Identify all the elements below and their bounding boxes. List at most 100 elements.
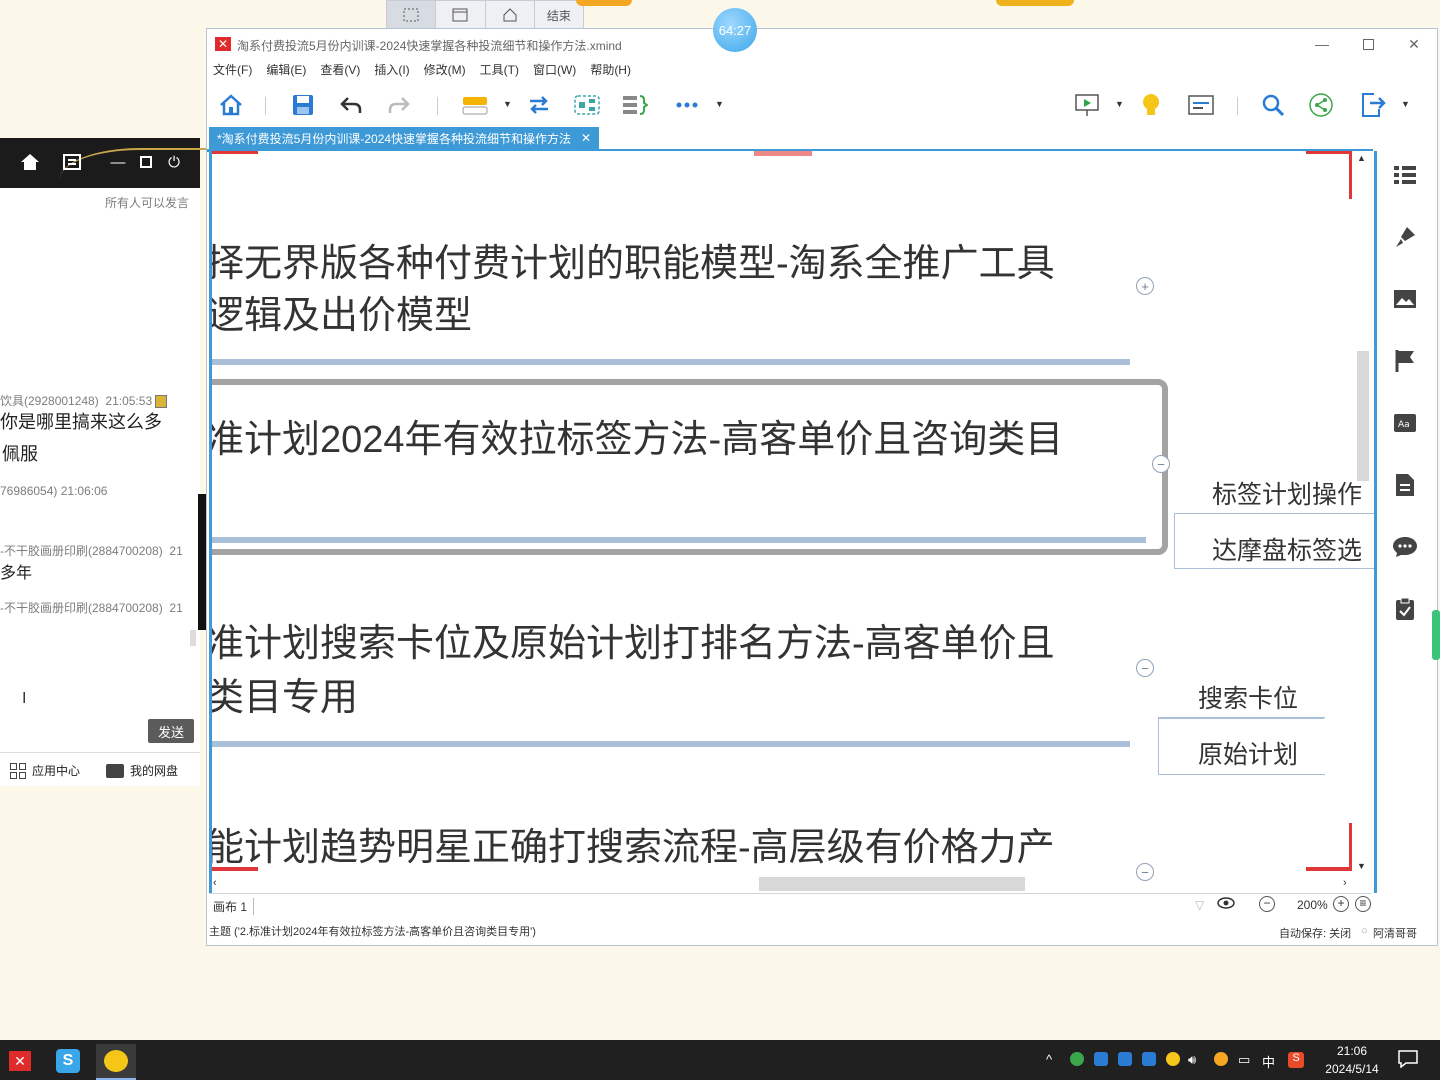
notes-icon[interactable] [1391,471,1419,499]
share-icon[interactable] [1307,91,1335,119]
outline-view-icon[interactable] [1187,91,1215,119]
boundary-icon[interactable] [573,91,601,119]
menu-view[interactable]: 查看(V) [320,61,360,78]
menu-edit[interactable]: 编辑(E) [266,61,306,78]
minimize-icon[interactable]: — [1311,33,1333,55]
chevron-down-icon[interactable]: ▼ [503,99,512,109]
home-icon[interactable] [217,91,245,119]
chat-app-taskbar-icon[interactable] [96,1044,136,1080]
more-icon[interactable] [673,91,701,119]
sheet-tab[interactable]: 画布 1 [213,898,255,915]
app-taskbar-icon[interactable]: S [48,1044,88,1078]
chevron-down-icon[interactable]: ▼ [1115,99,1124,109]
style-brush-icon[interactable] [1391,223,1419,251]
chat-scrollbar[interactable] [190,630,196,646]
menu-insert[interactable]: 插入(I) [374,61,409,78]
scroll-thumb[interactable] [1357,351,1369,481]
image-icon[interactable] [1391,285,1419,313]
tray-app-icon[interactable] [1142,1052,1156,1066]
tray-app-icon[interactable] [1166,1052,1180,1066]
insert-topic-icon[interactable] [461,91,489,119]
chevron-down-icon[interactable]: ▼ [715,99,724,109]
topic-node[interactable]: 逻辑及出价模型 [212,289,472,343]
filter-icon[interactable]: ▽ [1195,898,1204,912]
brainstorm-bulb-icon[interactable] [1137,91,1165,119]
subtopic-node[interactable]: 搜索卡位 [1198,679,1298,715]
menu-window[interactable]: 窗口(W) [533,61,576,78]
menu-modify[interactable]: 修改(M) [424,61,466,78]
search-icon[interactable] [1259,91,1287,119]
scroll-thumb[interactable] [759,877,1025,891]
power-icon[interactable]: ⏻ [160,148,188,176]
close-icon[interactable]: ✕ [581,131,591,145]
label-icon[interactable]: Aa [1391,409,1419,437]
summary-icon[interactable] [621,91,649,119]
redo-icon[interactable] [385,91,413,119]
volume-icon[interactable]: 🔊︎ [1188,1052,1196,1068]
autosave-status[interactable]: 自动保存: 关闭 [1279,925,1351,941]
scroll-right-icon[interactable]: › [1343,877,1347,889]
save-icon[interactable] [289,91,317,119]
expand-icon[interactable]: + [1136,277,1154,295]
marker-flag-icon[interactable] [1391,347,1419,375]
mindmap-canvas[interactable]: 择无界版各种付费计划的职能模型-淘系全推广工具 逻辑及出价模型 + 准计划202… [209,151,1377,893]
close-icon[interactable]: ✕ [1403,33,1425,55]
user-name[interactable]: 阿清哥哥 [1373,925,1417,941]
maximize-icon[interactable] [1357,33,1379,55]
tray-app-icon[interactable] [1094,1052,1108,1066]
topic-node[interactable]: 准计划2024年有效拉标签方法-高客单价且咨询类目 [212,413,1063,467]
end-capture-button[interactable]: 结束 [535,1,583,29]
ime-indicator[interactable]: 中 [1262,1052,1275,1071]
menu-help[interactable]: 帮助(H) [590,61,631,78]
home-capture-icon[interactable] [486,1,535,29]
maximize-icon[interactable] [132,148,160,176]
edge-handle[interactable] [1432,610,1440,660]
list-icon[interactable] [58,148,86,176]
scroll-left-icon[interactable]: ‹ [213,877,217,889]
topic-node[interactable]: 准计划搜索卡位及原始计划打排名方法-高客单价且 [212,617,1055,671]
tab-document[interactable]: *淘系付费投流5月份内训课-2024快速掌握各种投流细节和操作方法 ✕ [209,127,600,149]
scroll-down-icon[interactable]: ▼ [1357,861,1366,871]
horizontal-scrollbar[interactable]: ‹ › [209,875,1371,893]
chevron-down-icon[interactable]: ▼ [1401,99,1410,109]
window-capture-icon[interactable] [436,1,486,29]
my-disk-button[interactable]: 我的网盘 [106,762,178,779]
format-icon[interactable] [1391,161,1419,189]
zoom-fit-icon[interactable]: ≡ [1355,896,1371,912]
vertical-scrollbar[interactable]: ▲ ▼ [1353,151,1371,875]
app-center-button[interactable]: 应用中心 [10,762,80,779]
chevron-up-icon[interactable]: ^ [1046,1052,1052,1067]
menu-file[interactable]: 文件(F) [213,61,252,78]
eye-icon[interactable] [1217,896,1235,913]
subtopic-node[interactable]: 标签计划操作 [1212,475,1362,511]
clock[interactable]: 21:06 2024/5/14 [1312,1042,1392,1078]
export-icon[interactable] [1359,91,1387,119]
relationship-icon[interactable] [525,91,553,119]
scroll-up-icon[interactable]: ▲ [1357,153,1366,163]
network-icon[interactable]: ▭ [1238,1052,1250,1068]
subtopic-node[interactable]: 达摩盘标签选 [1212,531,1362,567]
region-select-icon[interactable] [387,1,437,29]
xmind-taskbar-icon[interactable]: ✕ [0,1044,40,1078]
minimize-icon[interactable]: — [104,148,132,176]
home-icon[interactable] [16,148,44,176]
topic-node[interactable]: 类目专用 [212,671,358,725]
topic-node[interactable]: 择无界版各种付费计划的职能模型-淘系全推广工具 [212,237,1055,291]
sogou-ime-icon[interactable]: S [1288,1052,1304,1068]
zoom-in-icon[interactable]: + [1333,896,1349,912]
subtopic-node[interactable]: 原始计划 [1198,735,1298,771]
presentation-icon[interactable] [1073,91,1101,119]
comment-icon[interactable] [1391,533,1419,561]
topic-node[interactable]: 能计划趋势明星正确打搜索流程-高层级有价格力产 [212,821,1055,875]
menu-tools[interactable]: 工具(T) [480,61,519,78]
tray-app-icon[interactable] [1214,1052,1228,1066]
send-button[interactable]: 发送 [148,719,194,743]
collapse-icon[interactable]: − [1152,455,1170,473]
tray-app-icon[interactable] [1118,1052,1132,1066]
tray-app-icon[interactable] [1070,1052,1084,1066]
task-icon[interactable] [1391,595,1419,623]
collapse-icon[interactable]: − [1136,659,1154,677]
undo-icon[interactable] [337,91,365,119]
zoom-out-icon[interactable]: − [1259,896,1275,912]
notification-icon[interactable] [1398,1050,1418,1071]
